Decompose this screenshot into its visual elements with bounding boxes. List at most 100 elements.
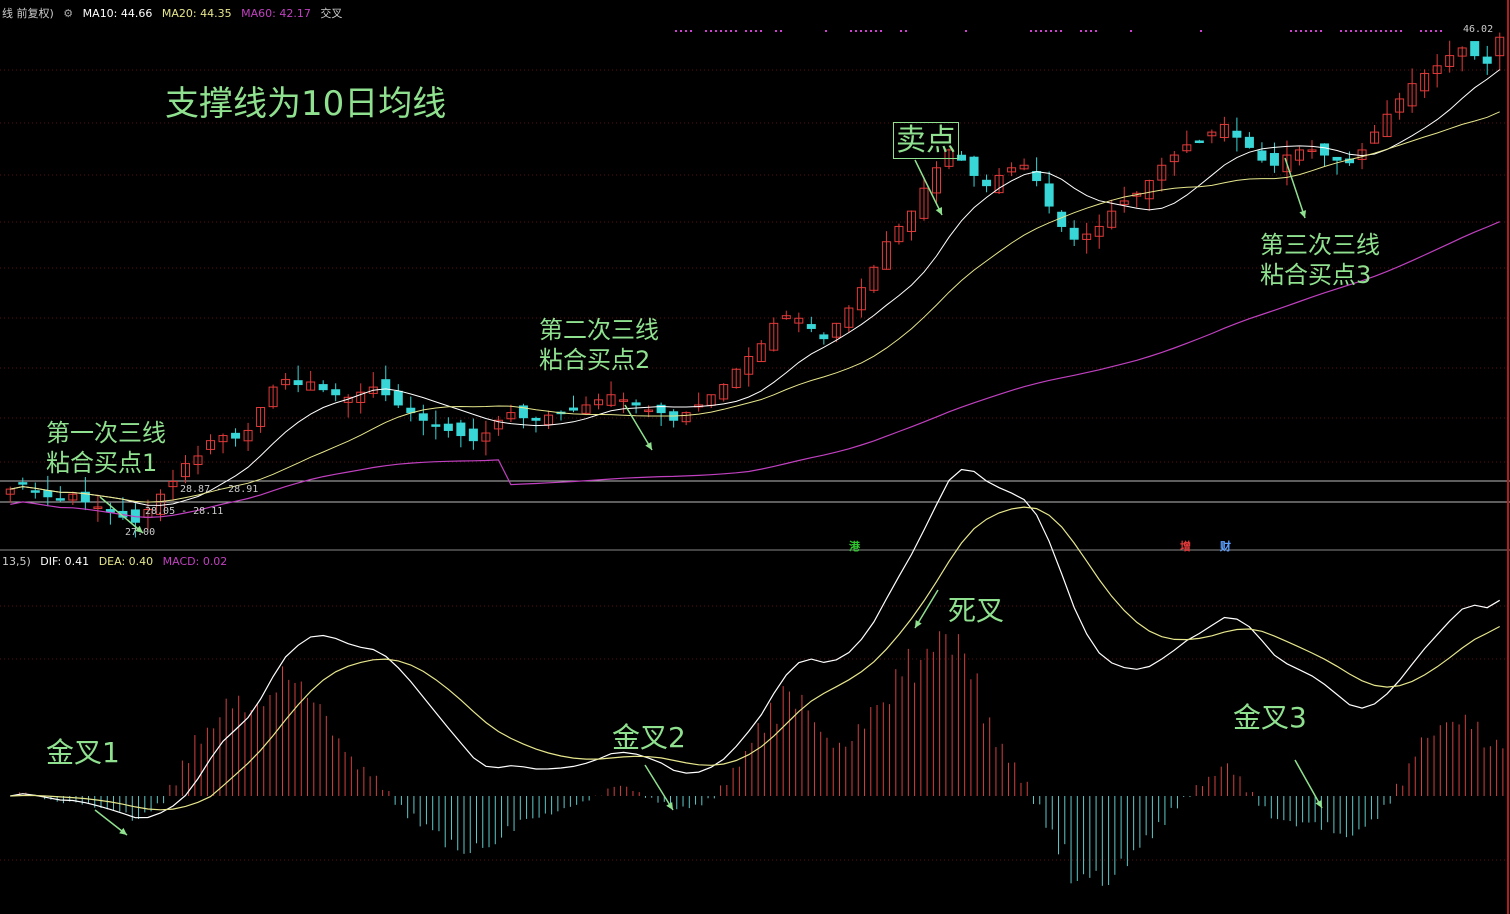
dea-label: DEA: 0.40 xyxy=(98,555,154,568)
candle-body-77 xyxy=(969,156,979,176)
marker-dot xyxy=(865,30,867,32)
arrow-buy3-head xyxy=(1299,210,1307,218)
chip-add[interactable]: 增 xyxy=(1180,538,1191,554)
ma20-label: MA20: 44.35 xyxy=(161,7,232,20)
marker-dot xyxy=(850,30,852,32)
marker-dot xyxy=(1395,30,1397,32)
marker-dot xyxy=(1355,30,1357,32)
marker-dot xyxy=(855,30,857,32)
candle-body-106 xyxy=(1332,156,1342,161)
marker-dot xyxy=(870,30,872,32)
marker-dot xyxy=(720,30,722,32)
marker-dot xyxy=(750,30,752,32)
macd-prefix: 13,5) xyxy=(2,555,31,568)
chip-fin[interactable]: 财 xyxy=(1220,538,1231,554)
candle-body-99 xyxy=(1244,136,1254,148)
candle-body-82 xyxy=(1032,171,1042,182)
marker-dot xyxy=(1370,30,1372,32)
marker-dot xyxy=(1200,30,1202,32)
stock-chart[interactable] xyxy=(0,0,1510,914)
marker-dot xyxy=(1055,30,1057,32)
marker-dot xyxy=(880,30,882,32)
marker-dot xyxy=(735,30,737,32)
marker-dot xyxy=(680,30,682,32)
marker-dot xyxy=(775,30,777,32)
candle-body-34 xyxy=(431,424,441,427)
marker-dot xyxy=(755,30,757,32)
candle-body-42 xyxy=(531,417,541,421)
band-mid-tag: 28.05 - 28.11 xyxy=(145,506,224,517)
marker-dot xyxy=(1040,30,1042,32)
candle-body-25 xyxy=(318,384,328,391)
marker-dot xyxy=(1425,30,1427,32)
candle-body-101 xyxy=(1269,153,1279,166)
marker-dot xyxy=(760,30,762,32)
candle-body-45 xyxy=(569,407,579,411)
marker-dot xyxy=(905,30,907,32)
candle-body-65 xyxy=(819,334,829,340)
marker-dot xyxy=(710,30,712,32)
marker-dot xyxy=(1400,30,1402,32)
marker-dot xyxy=(1440,30,1442,32)
marker-dot xyxy=(1310,30,1312,32)
ma10-label: MA10: 44.66 xyxy=(82,7,153,20)
candle-body-2 xyxy=(30,490,40,493)
candle-body-31 xyxy=(393,390,403,406)
marker-dot xyxy=(1315,30,1317,32)
marker-dot xyxy=(1035,30,1037,32)
marker-dot xyxy=(860,30,862,32)
marker-dot xyxy=(1360,30,1362,32)
candle-body-64 xyxy=(806,324,816,329)
golden3-annotation: 金叉3 xyxy=(1233,701,1307,734)
marker-dot xyxy=(690,30,692,32)
marker-dot xyxy=(1030,30,1032,32)
candle-body-105 xyxy=(1320,143,1330,156)
marker-dot xyxy=(780,30,782,32)
marker-dot xyxy=(1420,30,1422,32)
candle-body-95 xyxy=(1194,140,1204,144)
marker-dot xyxy=(1305,30,1307,32)
golden1-annotation: 金叉1 xyxy=(46,736,120,769)
marker-dot xyxy=(1340,30,1342,32)
ma60-label: MA60: 42.17 xyxy=(241,7,311,20)
chip-hk[interactable]: 港 xyxy=(849,538,860,554)
dea-line xyxy=(10,506,1500,811)
buy1-annotation: 第一次三线 粘合买点1 xyxy=(46,419,166,477)
marker-dot xyxy=(715,30,717,32)
candle-body-4 xyxy=(55,498,65,501)
dif-line xyxy=(10,468,1501,819)
sell-box: 卖点 xyxy=(893,122,959,159)
marker-dot xyxy=(875,30,877,32)
marker-dot xyxy=(1365,30,1367,32)
candle-body-78 xyxy=(982,179,992,187)
candle-body-98 xyxy=(1232,130,1242,138)
marker-dot xyxy=(1050,30,1052,32)
macd-label: MACD: 0.02 xyxy=(162,555,228,568)
band-high-tag: 28.87 - 28.91 xyxy=(180,484,259,495)
price-legend: 线 前复权) ⚙ MA10: 44.66 MA20: 44.35 MA60: 4… xyxy=(2,5,348,21)
marker-dot xyxy=(1290,30,1292,32)
gear-icon[interactable]: ⚙ xyxy=(63,7,73,20)
low-mark-tag: 27.00 xyxy=(125,527,156,538)
candle-body-118 xyxy=(1482,56,1492,64)
marker-dot xyxy=(1060,30,1062,32)
marker-dot xyxy=(1295,30,1297,32)
last-price-tag: 46.02 xyxy=(1463,24,1494,35)
title-annotation: 支撑线为10日均线 xyxy=(165,84,447,124)
marker-dot xyxy=(900,30,902,32)
candle-body-100 xyxy=(1257,150,1267,161)
marker-dot xyxy=(1375,30,1377,32)
legend-prefix: 线 前复权) xyxy=(2,7,54,20)
arrow-buy3 xyxy=(1284,157,1306,219)
marker-dot xyxy=(1045,30,1047,32)
buy2-annotation: 第二次三线 粘合买点2 xyxy=(539,316,659,374)
marker-dot xyxy=(745,30,747,32)
marker-dot xyxy=(725,30,727,32)
candle-body-117 xyxy=(1470,41,1480,57)
marker-dot xyxy=(1430,30,1432,32)
marker-dot xyxy=(675,30,677,32)
candle-body-23 xyxy=(293,380,303,386)
buy3-annotation: 第三次三线 粘合买点3 xyxy=(1260,231,1380,289)
dif-label: DIF: 0.41 xyxy=(40,555,90,568)
marker-dot xyxy=(1080,30,1082,32)
